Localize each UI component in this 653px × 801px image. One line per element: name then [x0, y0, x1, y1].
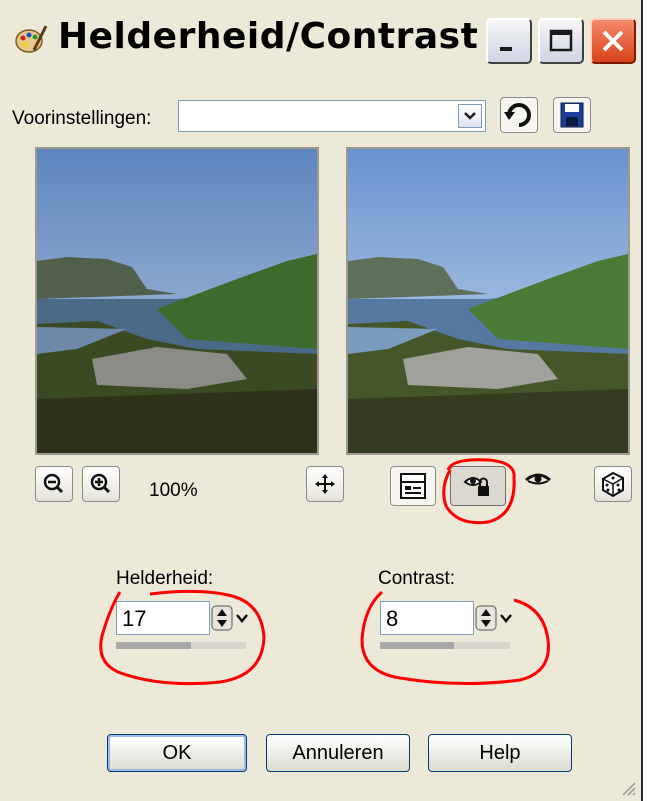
- chevron-down-icon: [464, 112, 476, 120]
- paint-palette-icon: [15, 25, 48, 53]
- proof-toggle-button[interactable]: [390, 466, 436, 506]
- close-icon: [602, 30, 624, 52]
- reset-arrow-icon: [504, 103, 531, 127]
- zoom-in-icon: [90, 473, 111, 494]
- presets-dropdown[interactable]: [178, 100, 486, 132]
- chevron-down-icon[interactable]: [234, 605, 250, 631]
- brightness-contrast-dialog: Helderheid/Contrast Voorinstellingen: 10…: [0, 0, 643, 801]
- brightness-label: Helderheid:: [116, 568, 214, 589]
- brightness-input[interactable]: 17: [116, 601, 210, 635]
- eye-preview-icon: [525, 473, 551, 485]
- auto-proof-button[interactable]: [450, 466, 506, 506]
- contrast-input[interactable]: 8: [380, 601, 474, 635]
- proof-toggle-icon: [400, 473, 426, 499]
- maximize-button[interactable]: [538, 18, 584, 64]
- original-preview[interactable]: [35, 147, 319, 455]
- zoom-level: 100%: [149, 480, 198, 501]
- result-preview[interactable]: [346, 147, 630, 455]
- landscape-preview-image: [37, 149, 317, 453]
- cancel-button[interactable]: Annuleren: [266, 734, 410, 772]
- chevron-down-icon[interactable]: [498, 605, 514, 631]
- ok-button[interactable]: OK: [107, 734, 247, 772]
- contrast-slider[interactable]: [380, 642, 510, 649]
- spin-arrows-icon[interactable]: [211, 605, 233, 631]
- resize-grip-icon[interactable]: [617, 777, 637, 797]
- floppy-disk-icon: [560, 102, 584, 128]
- title-bar[interactable]: Helderheid/Contrast: [0, 0, 641, 82]
- brightness-slider[interactable]: [116, 642, 246, 649]
- presets-label: Voorinstellingen:: [12, 108, 152, 129]
- brightness-slider-fill: [116, 642, 192, 649]
- help-button[interactable]: Help: [428, 734, 572, 772]
- zoom-out-icon: [43, 473, 64, 494]
- close-button[interactable]: [590, 18, 636, 64]
- auto-proof-lock-icon: [463, 477, 489, 496]
- contrast-slider-fill: [380, 642, 455, 649]
- contrast-label: Contrast:: [378, 568, 456, 589]
- window-title: Helderheid/Contrast: [58, 16, 479, 57]
- presets-dropdown-arrow[interactable]: [458, 104, 482, 128]
- maximize-icon: [549, 29, 573, 52]
- minimize-icon: [500, 47, 512, 51]
- save-preset-button[interactable]: [553, 97, 591, 133]
- landscape-preview-image: [348, 149, 628, 453]
- pan-button[interactable]: [306, 466, 344, 502]
- zoom-in-button[interactable]: [82, 466, 120, 502]
- dice-icon: [602, 471, 624, 498]
- reset-preset-button[interactable]: [500, 97, 538, 133]
- spin-arrows-icon[interactable]: [475, 605, 497, 631]
- minimize-button[interactable]: [486, 18, 532, 64]
- zoom-out-button[interactable]: [35, 466, 73, 502]
- randomize-button[interactable]: [594, 466, 632, 502]
- move-arrows-icon: [315, 474, 335, 494]
- eye-preview-button[interactable]: [516, 466, 562, 506]
